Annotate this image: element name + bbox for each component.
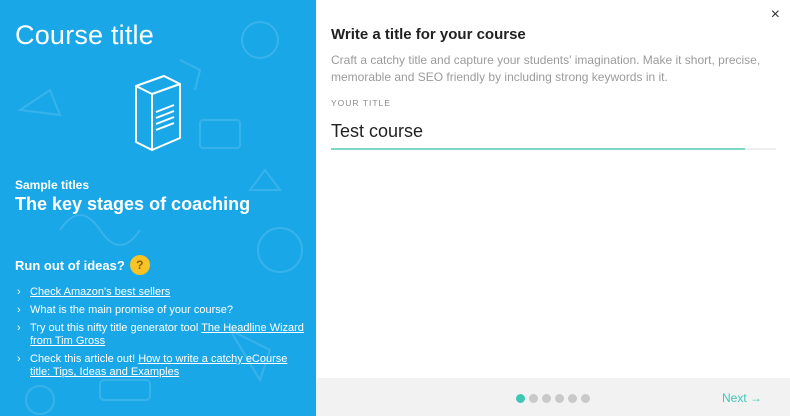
step-dot-5[interactable] (568, 394, 577, 403)
form-description: Craft a catchy title and capture your st… (331, 53, 761, 84)
idea-text: What is the main promise of your course? (30, 304, 233, 316)
sample-titles-label: Sample titles (15, 178, 90, 192)
idea-text: Check this article out! (30, 353, 139, 365)
step-indicator (516, 394, 590, 403)
amazon-bestsellers-link[interactable]: Check Amazon's best sellers (30, 286, 170, 298)
chevron-right-icon: › (17, 322, 21, 334)
idea-text: Try out this nifty title generator tool (30, 322, 202, 334)
step-dot-6[interactable] (581, 394, 590, 403)
list-item: › Try out this nifty title generator too… (17, 322, 307, 348)
book-icon (135, 75, 181, 151)
close-icon[interactable]: × (771, 6, 780, 24)
thinking-emoji-icon: ? (129, 255, 150, 275)
sample-title-text: The key stages of coaching (15, 194, 251, 214)
course-title-input[interactable] (331, 116, 776, 146)
title-input-underline (331, 148, 776, 150)
step-dot-4[interactable] (555, 394, 564, 403)
list-item: › What is the main promise of your cours… (17, 304, 307, 317)
form-panel: × Write a title for your course Craft a … (316, 0, 790, 416)
chevron-right-icon: › (17, 286, 21, 298)
step-dot-1[interactable] (516, 394, 525, 403)
title-field-label: YOUR TITLE (331, 98, 391, 108)
list-item: › Check Amazon's best sellers (17, 286, 307, 299)
list-item: › Check this article out! How to write a… (17, 353, 307, 379)
ideas-heading: Run out of ideas? ? (15, 255, 150, 275)
chevron-right-icon: › (17, 304, 21, 316)
ideas-heading-text: Run out of ideas? (15, 257, 125, 273)
panel-title: Course title (15, 20, 154, 50)
step-dot-3[interactable] (542, 394, 551, 403)
ideas-list: › Check Amazon's best sellers › What is … (17, 286, 307, 384)
wizard-footer: Next → (316, 378, 790, 416)
title-input-underline-fill (331, 148, 745, 150)
chevron-right-icon: › (17, 353, 21, 365)
next-button[interactable]: Next → (722, 391, 762, 405)
step-dot-2[interactable] (529, 394, 538, 403)
info-panel: Course title Sample titles The key stage… (0, 0, 316, 416)
form-heading: Write a title for your course (331, 26, 526, 43)
